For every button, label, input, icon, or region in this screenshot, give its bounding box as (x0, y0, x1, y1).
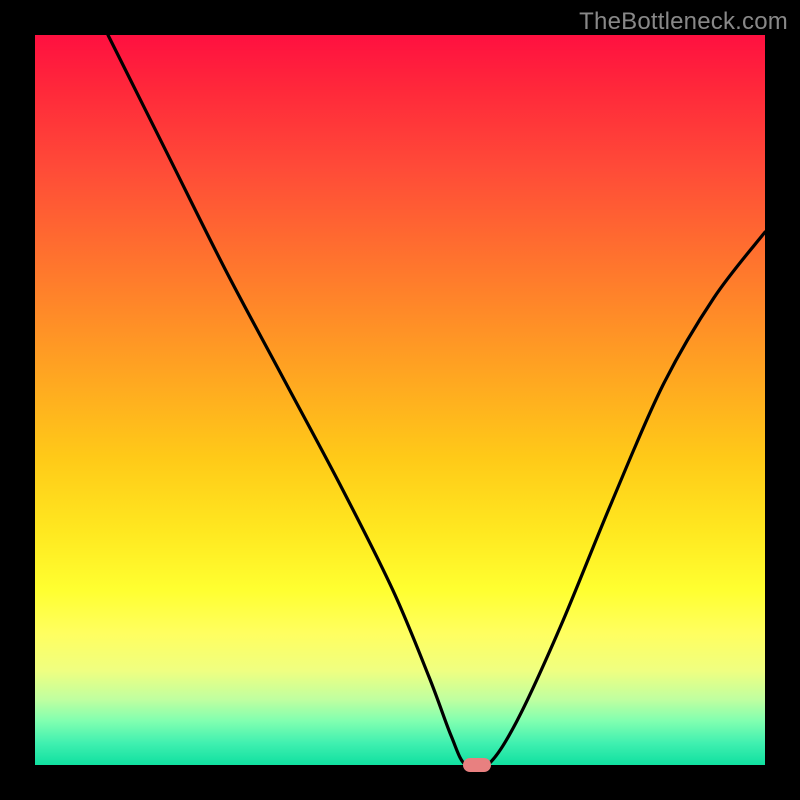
optimum-marker (463, 758, 491, 772)
curve-svg (35, 35, 765, 765)
bottleneck-curve (108, 35, 765, 765)
plot-area (35, 35, 765, 765)
bottleneck-chart: TheBottleneck.com (0, 0, 800, 800)
watermark-text: TheBottleneck.com (579, 8, 788, 36)
